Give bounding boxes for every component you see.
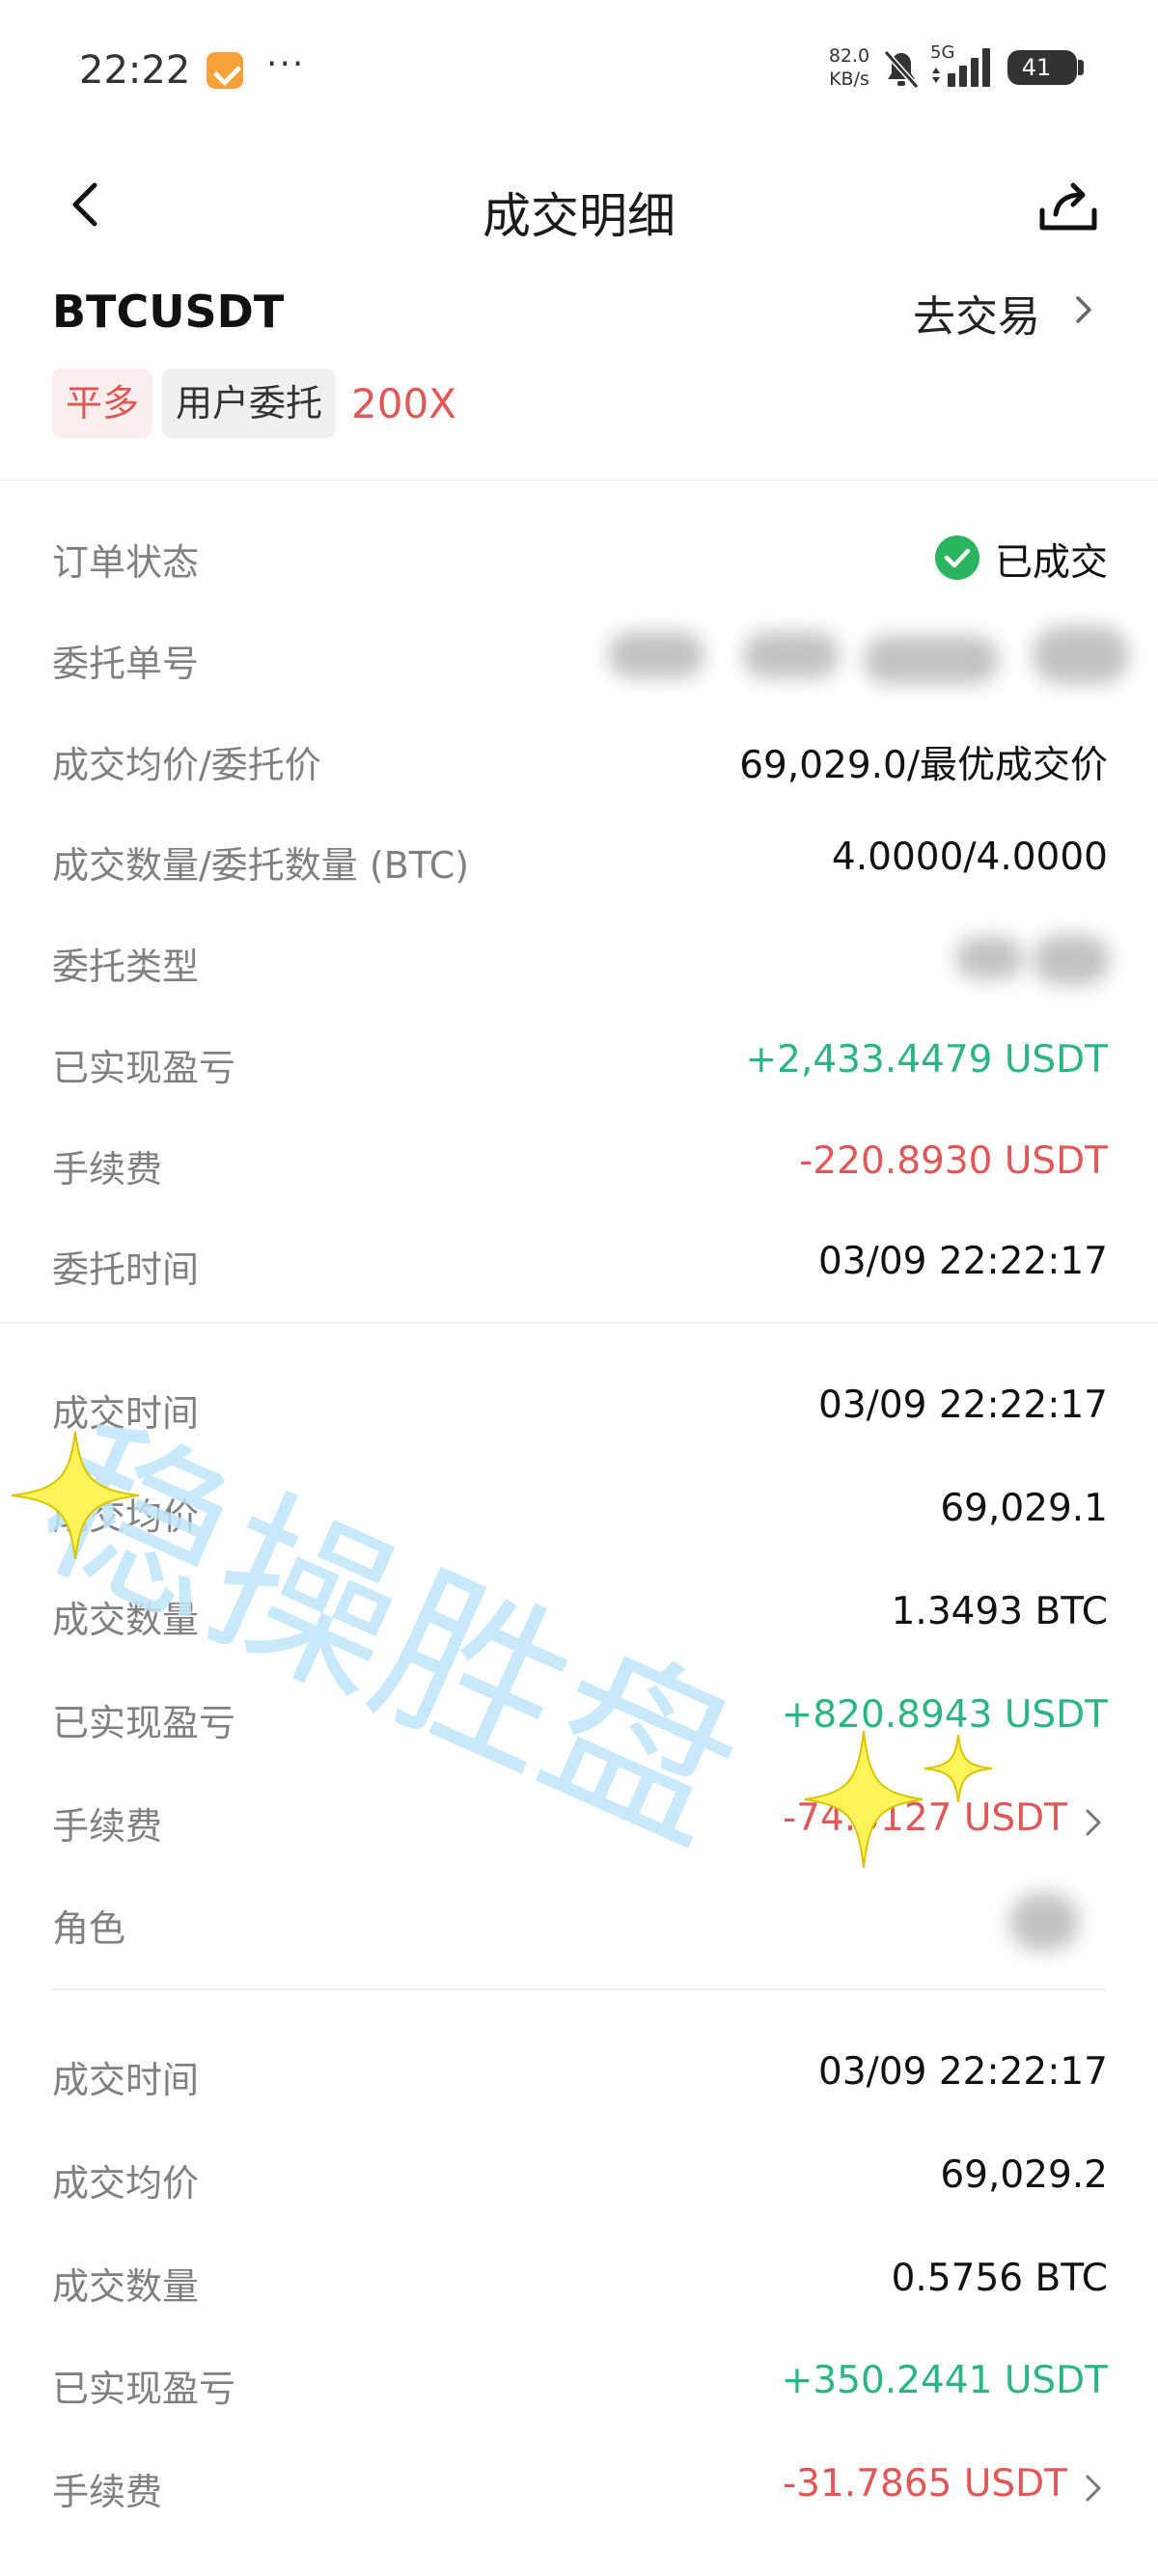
chevron-right-icon[interactable] <box>1079 1806 1108 1839</box>
network-speed-unit: KB/s <box>829 69 869 90</box>
order-time-row: 委托时间 03/09 22:22:17 <box>0 1220 1158 1307</box>
quantity-row: 成交数量/委托数量 (BTC) 4.0000/4.0000 <box>0 816 1158 903</box>
fill-pnl-label: 已实现盈亏 <box>52 2368 236 2410</box>
user-order-tag: 用户委托 <box>162 369 337 438</box>
fill-price-label: 成交均价 <box>52 1495 200 1538</box>
realized-pnl-label: 已实现盈亏 <box>52 1047 236 1089</box>
avg-price-label: 成交均价/委托价 <box>52 744 321 786</box>
fill-pnl-row: 已实现盈亏 +820.8943 USDT <box>0 1674 1158 1761</box>
status-bar: 22:22 ··· 82.0 KB/s 5G 41 <box>0 0 1158 135</box>
fill-time-value: 03/09 22:22:17 <box>818 1384 1108 1427</box>
realized-pnl-row: 已实现盈亏 +2,433.4479 USDT <box>0 1019 1158 1106</box>
app-notification-icon <box>207 52 243 89</box>
order-id-label: 委托单号 <box>52 643 200 685</box>
section-divider <box>0 1322 1158 1324</box>
fill-price-row: 成交均价 69,029.2 <box>0 2134 1158 2221</box>
close-long-tag: 平多 <box>52 369 153 438</box>
fill-qty-label: 成交数量 <box>52 2265 200 2308</box>
realized-pnl-value: +2,433.4479 USDT <box>745 1038 1108 1082</box>
fill-fee-row[interactable]: 手续费 -74.5127 USDT <box>0 1777 1158 1864</box>
fee-label: 手续费 <box>52 1148 163 1191</box>
quantity-value: 4.0000/4.0000 <box>831 836 1108 879</box>
go-trade-link[interactable]: 去交易 <box>913 282 1040 343</box>
quantity-label: 成交数量/委托数量 (BTC) <box>52 844 470 887</box>
fill-role-label: 角色 <box>52 1907 126 1950</box>
fill-time-row: 成交时间 03/09 22:22:17 <box>0 1364 1158 1451</box>
order-status-label: 订单状态 <box>52 541 200 584</box>
order-id-row: 委托单号 <box>0 615 1158 701</box>
fill-qty-value: 1.3493 BTC <box>891 1590 1108 1633</box>
fill-pnl-label: 已实现盈亏 <box>52 1702 236 1744</box>
fill-time-label: 成交时间 <box>52 1392 200 1435</box>
fill-price-label: 成交均价 <box>52 2162 200 2205</box>
fill-price-value: 69,029.1 <box>940 1487 1108 1530</box>
section-divider <box>0 480 1158 481</box>
fill-time-value: 03/09 22:22:17 <box>818 2050 1108 2094</box>
fee-value: -220.8930 USDT <box>799 1139 1108 1183</box>
fill-time-label: 成交时间 <box>52 2059 200 2101</box>
fill-qty-label: 成交数量 <box>52 1599 200 1641</box>
fill-price-row: 成交均价 69,029.1 <box>0 1467 1158 1554</box>
more-notifications-icon: ··· <box>266 44 306 84</box>
chevron-right-icon[interactable] <box>1067 293 1100 326</box>
battery-icon: 41 <box>1007 50 1077 85</box>
order-time-label: 委托时间 <box>52 1248 200 1291</box>
fill-time-row: 成交时间 03/09 22:22:17 <box>0 2031 1158 2118</box>
avg-price-row: 成交均价/委托价 69,029.0/最优成交价 <box>0 716 1158 803</box>
order-type-label: 委托类型 <box>52 945 200 988</box>
avg-price-value: 69,029.0/最优成交价 <box>739 744 1108 787</box>
order-type-row: 委托类型 <box>0 918 1158 1004</box>
order-time-value: 03/09 22:22:17 <box>818 1240 1108 1283</box>
clock: 22:22 <box>79 48 191 93</box>
fill-qty-row: 成交数量 0.5756 BTC <box>0 2237 1158 2324</box>
leverage-label: 200X <box>351 380 456 427</box>
fill-pnl-row: 已实现盈亏 +350.2441 USDT <box>0 2340 1158 2426</box>
order-status-row: 订单状态 已成交 <box>0 513 1158 600</box>
fill-price-value: 69,029.2 <box>940 2153 1108 2197</box>
mute-bell-icon <box>883 50 920 89</box>
battery-cap <box>1078 60 1084 75</box>
fee-row: 手续费 -220.8930 USDT <box>0 1120 1158 1207</box>
fill-divider <box>52 1988 1106 1990</box>
network-speed-value: 82.0 <box>828 45 870 67</box>
fill-qty-value: 0.5756 BTC <box>891 2257 1108 2300</box>
nav-bar: 成交明细 <box>0 154 1158 260</box>
check-circle-icon <box>935 535 979 580</box>
order-status-value: 已成交 <box>994 541 1108 585</box>
battery-level: 41 <box>1021 54 1052 81</box>
fill-fee-row[interactable]: 手续费 -31.7865 USDT <box>0 2443 1158 2530</box>
fill-pnl-value: +350.2441 USDT <box>781 2359 1108 2402</box>
signal-icon <box>932 48 990 87</box>
network-speed: 82.0 KB/s <box>822 44 876 91</box>
page-title: 成交明细 <box>482 188 676 244</box>
fill-fee-label: 手续费 <box>52 1805 163 1848</box>
chevron-right-icon[interactable] <box>1079 2472 1108 2505</box>
fill-fee-label: 手续费 <box>52 2471 163 2513</box>
symbol-title: BTCUSDT <box>52 286 285 338</box>
share-icon[interactable] <box>1034 172 1102 239</box>
fill-role-row: 角色 <box>0 1879 1158 1966</box>
fill-fee-value: -74.5127 USDT <box>783 1796 1067 1840</box>
fill-qty-row: 成交数量 1.3493 BTC <box>0 1571 1158 1658</box>
fill-pnl-value: +820.8943 USDT <box>781 1693 1108 1737</box>
fill-fee-value: -31.7865 USDT <box>783 2462 1067 2506</box>
